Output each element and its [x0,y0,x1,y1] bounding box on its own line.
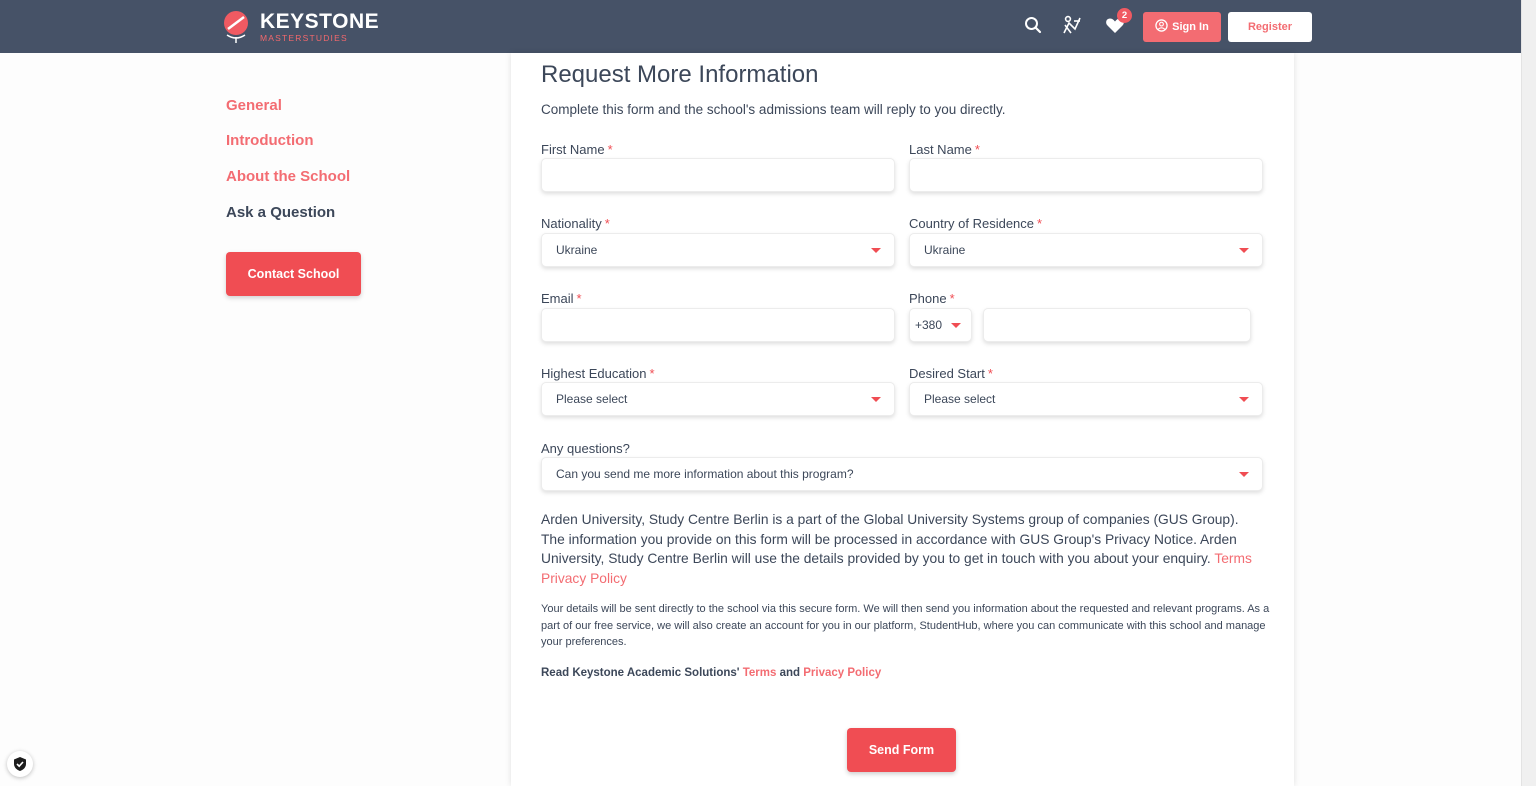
chevron-down-icon [871,397,881,402]
disclaimer-terms-link[interactable]: Terms [1214,551,1252,566]
keystone-terms-line: Read Keystone Academic Solutions' Terms … [541,667,881,679]
keystone-terms-link[interactable]: Terms [743,667,777,679]
logo-subtitle: MASTERSTUDIES [260,33,348,44]
phone-label: Phone * [909,291,955,306]
disclaimer-text: Arden University, Study Centre Berlin is… [541,512,1239,566]
logo-globe-icon [222,9,250,45]
chevron-down-icon [871,248,881,253]
send-form-button[interactable]: Send Form [847,728,956,772]
sidebar-item-ask-a-question[interactable]: Ask a Question [226,204,335,221]
phone-code-select[interactable]: +380 [909,308,972,342]
nationality-value: Ukraine [556,243,598,257]
questions-label: Any questions? [541,441,630,456]
sidebar-item-about-the-school[interactable]: About the School [226,168,350,185]
search-icon[interactable] [1021,13,1045,37]
chevron-down-icon [1239,397,1249,402]
logo-title: KEYSTONE [260,10,380,34]
chevron-down-icon [1239,248,1249,253]
email-label: Email * [541,291,582,306]
desired-start-select[interactable]: Please select [909,382,1263,416]
secure-form-note: Your details will be sent directly to th… [541,603,1270,648]
keystone-logo[interactable]: KEYSTONE MASTERSTUDIES [222,9,379,45]
form-title: Request More Information [541,61,819,88]
nationality-label: Nationality * [541,216,610,231]
desired-start-value: Please select [924,392,996,406]
email-input[interactable] [541,308,895,342]
phone-number-input[interactable] [983,308,1251,342]
residence-select[interactable]: Ukraine [909,233,1263,267]
user-circle-icon [1155,19,1168,35]
desired-start-label: Desired Start * [909,366,993,381]
disclaimer-privacy-link[interactable]: Privacy Policy [541,571,627,586]
chevron-down-icon [951,323,961,328]
read-prefix: Read Keystone Academic Solutions' [541,667,740,679]
phone-code-value: +380 [915,318,943,332]
residence-value: Ukraine [924,243,966,257]
register-button[interactable]: Register [1228,12,1312,42]
keystone-privacy-link[interactable]: Privacy Policy [803,667,881,679]
first-name-input[interactable] [541,158,895,192]
read-and: and [779,667,801,679]
highest-education-select[interactable]: Please select [541,382,895,416]
last-name-label: Last Name * [909,142,980,157]
sidebar-item-introduction[interactable]: Introduction [226,132,313,149]
contact-school-button[interactable]: Contact School [226,252,361,296]
sidebar-item-general[interactable]: General [226,97,282,114]
form-subtitle: Complete this form and the school's admi… [541,102,1006,117]
privacy-shield-icon[interactable] [7,751,33,777]
gus-disclaimer: Arden University, Study Centre Berlin is… [541,510,1263,588]
residence-label: Country of Residence * [909,216,1043,231]
first-name-label: First Name * [541,142,613,157]
education-value: Please select [556,392,628,406]
education-label: Highest Education * [541,366,655,381]
sign-in-button[interactable]: Sign In [1143,12,1221,42]
chevron-down-icon [1239,472,1249,477]
nationality-select[interactable]: Ukraine [541,233,895,267]
last-name-input[interactable] [909,158,1263,192]
page-scrollbar[interactable] [1521,0,1536,786]
questions-value: Can you send me more information about t… [556,467,854,481]
compare-icon[interactable] [1060,13,1084,37]
sign-in-label: Sign In [1172,21,1209,33]
questions-select[interactable]: Can you send me more information about t… [541,457,1263,491]
wishlist-count-badge: 2 [1117,8,1132,23]
